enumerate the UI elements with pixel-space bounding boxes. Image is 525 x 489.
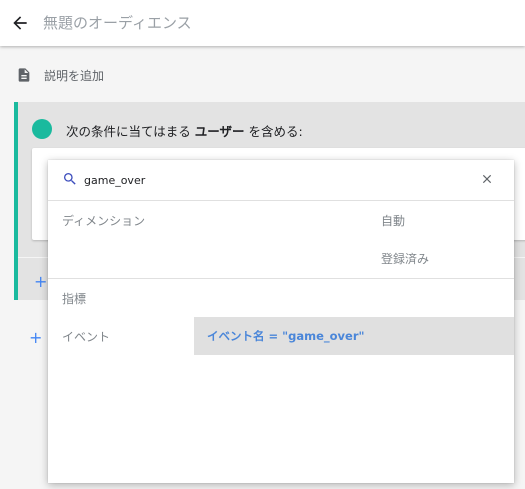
dimension-category: ディメンション 自動 登録済み	[48, 201, 514, 279]
add-condition-icon[interactable]: +	[34, 272, 47, 291]
dimension-subitem-auto[interactable]: 自動	[381, 212, 405, 229]
event-category-label[interactable]: イベント	[62, 328, 110, 345]
search-input[interactable]	[84, 170, 464, 190]
condition-scope[interactable]: ユーザー	[195, 124, 245, 139]
app-header: 無題のオーディエンス	[0, 0, 525, 46]
search-row	[48, 160, 514, 201]
document-icon	[18, 68, 30, 82]
metric-category: 指標	[48, 279, 514, 317]
event-category: イベント イベント名 = "game_over"	[48, 317, 514, 355]
condition-heading: 次の条件に当てはまる ユーザー を含める:	[66, 121, 303, 140]
metric-category-label[interactable]: 指標	[62, 290, 86, 307]
add-description-label: 説明を追加	[44, 69, 105, 83]
event-result-item[interactable]: イベント名 = "game_over"	[194, 317, 514, 355]
search-icon	[64, 173, 76, 185]
audience-title[interactable]: 無題のオーディエンス	[43, 12, 192, 33]
dimension-picker-dropdown: ディメンション 自動 登録済み 指標 イベント イベント名 = "game_ov…	[48, 160, 514, 483]
condition-indicator-dot	[32, 119, 52, 139]
dimension-subitem-registered[interactable]: 登録済み	[381, 250, 429, 267]
close-icon[interactable]	[480, 172, 494, 186]
event-result-label: イベント名 = "game_over"	[207, 329, 365, 343]
condition-text-prefix: 次の条件に当てはまる	[66, 124, 195, 139]
condition-text-suffix: を含める:	[244, 124, 303, 139]
add-condition-group-icon[interactable]: +	[29, 328, 42, 347]
dimension-category-label[interactable]: ディメンション	[62, 212, 145, 229]
arrow-back-icon[interactable]	[10, 13, 30, 33]
